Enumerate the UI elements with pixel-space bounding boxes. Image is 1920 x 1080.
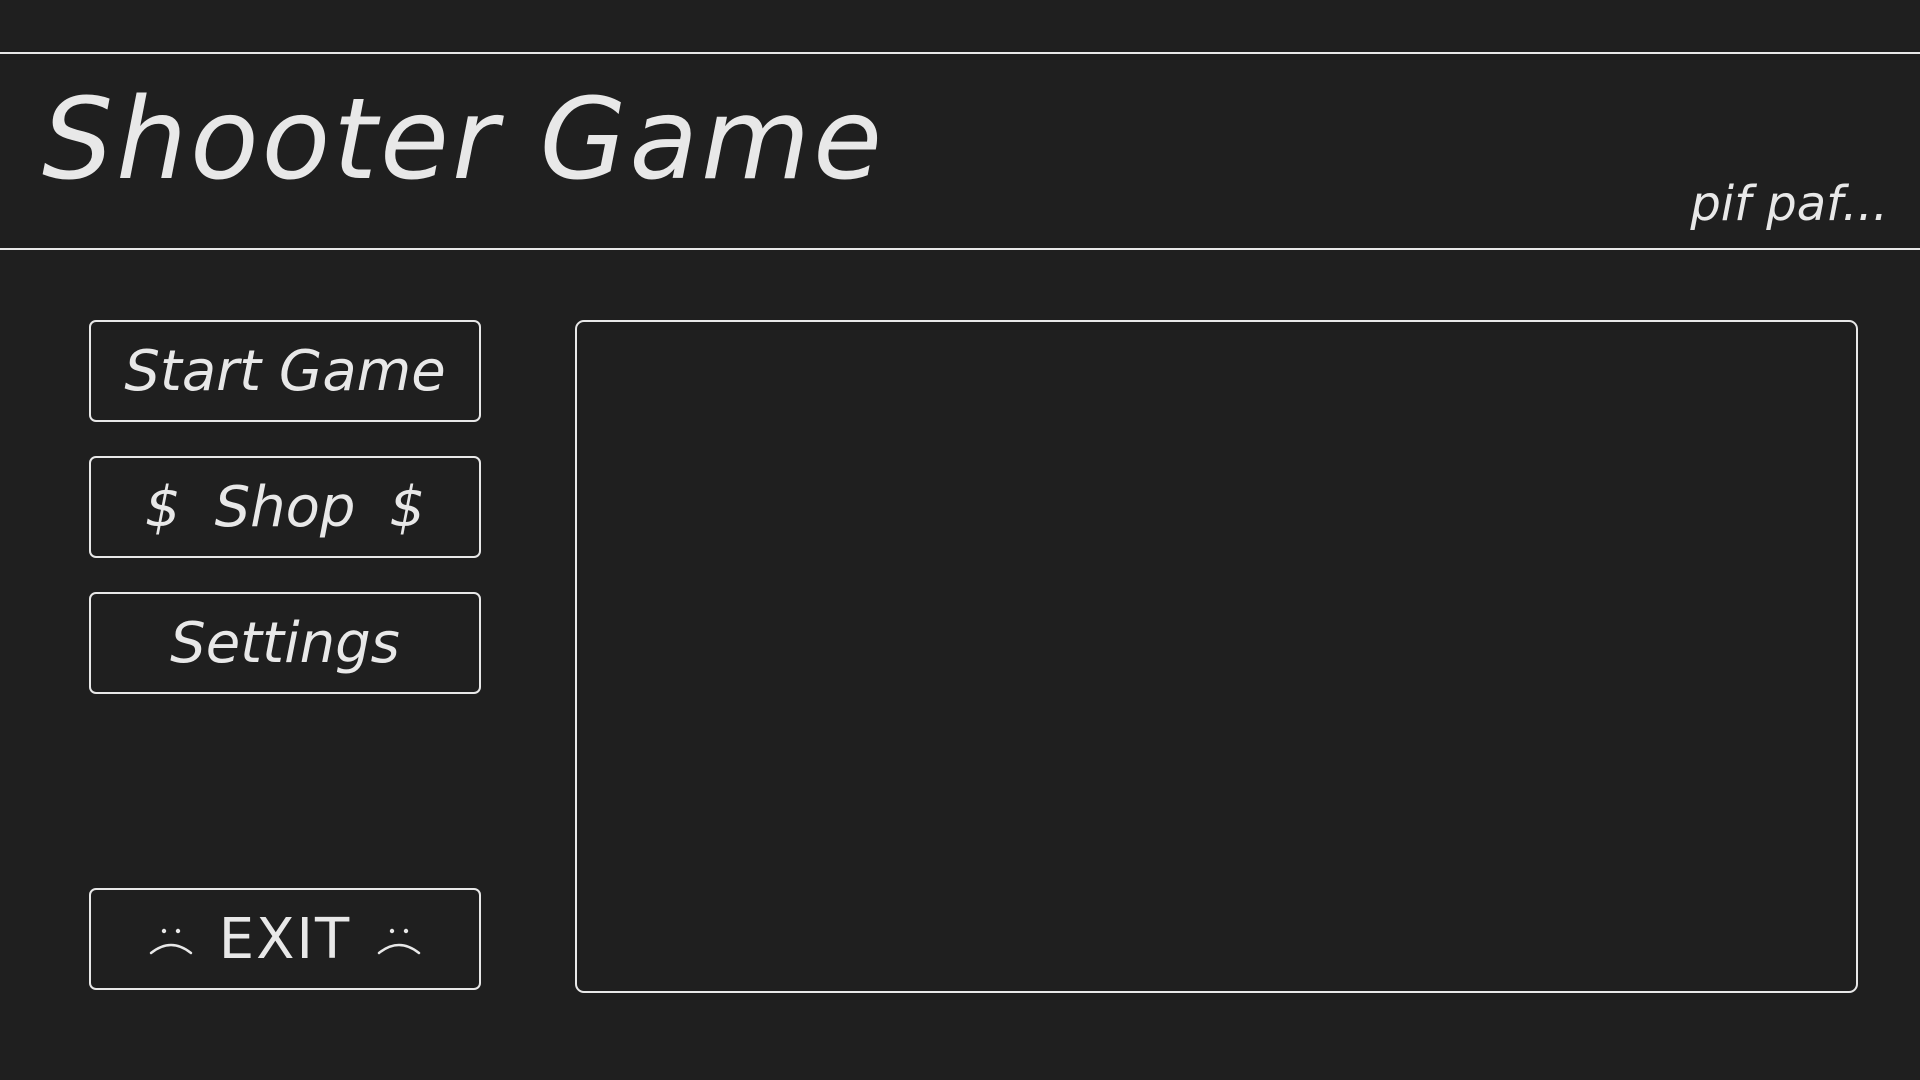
dollar-icon-right: $: [389, 474, 426, 540]
game-tagline: pif paf...: [1690, 176, 1888, 232]
content-panel: [575, 320, 1858, 993]
exit-label: EXIT: [218, 906, 352, 972]
settings-button[interactable]: Settings: [89, 592, 481, 694]
game-title: Shooter Game: [42, 75, 886, 205]
dollar-icon-left: $: [144, 474, 181, 540]
start-game-button[interactable]: Start Game: [89, 320, 481, 422]
frown-face-icon: [147, 919, 195, 959]
shop-label: Shop: [214, 474, 356, 540]
settings-label: Settings: [170, 610, 400, 676]
header-top-divider: [0, 52, 1920, 54]
exit-button[interactable]: EXIT: [89, 888, 481, 990]
shop-button[interactable]: $ Shop $: [89, 456, 481, 558]
start-game-label: Start Game: [124, 338, 446, 404]
frown-face-icon: [375, 919, 423, 959]
header-bottom-divider: [0, 248, 1920, 250]
